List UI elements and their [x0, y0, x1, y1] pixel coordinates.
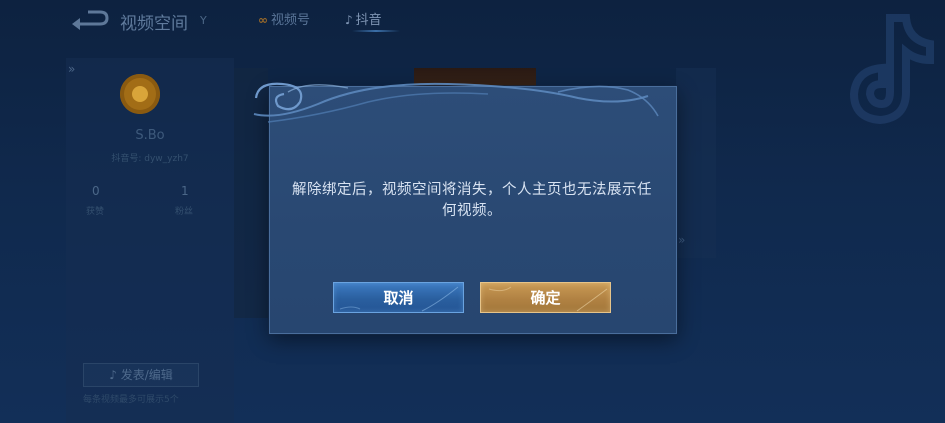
publish-edit-button[interactable]: ♪ 发表/编辑 [83, 363, 199, 387]
dialog-message: 解除绑定后，视频空间将消失，个人主页也无法展示任何视频。 [292, 182, 652, 219]
likes-count: 0 [92, 184, 100, 198]
douyin-watermark-icon [849, 14, 934, 125]
tab-channels[interactable]: ∞ 视频号 [258, 9, 310, 28]
video-card[interactable] [234, 68, 268, 318]
app-root: 视频空间 Y ∞ 视频号 ♪ 抖音 » S.Bo 抖音号: dyw_yzh7 0 获… [0, 0, 945, 423]
back-icon[interactable] [70, 8, 110, 30]
tab-douyin-label: 抖音 [355, 13, 382, 28]
title-mark: Y [200, 14, 207, 27]
confirm-button[interactable]: 确定 [480, 282, 611, 313]
video-card[interactable] [676, 68, 716, 258]
douyin-icon: ♪ [345, 13, 353, 27]
cancel-label: 取消 [383, 289, 414, 307]
fans-count: 1 [181, 184, 189, 198]
tab-channels-label: 视频号 [271, 13, 311, 28]
active-tab-indicator [352, 30, 400, 32]
top-bar: 视频空间 Y ∞ 视频号 ♪ 抖音 [0, 0, 945, 40]
cancel-button[interactable]: 取消 [333, 282, 464, 313]
fans-label: 粉丝 [175, 207, 194, 217]
page-title: 视频空间 [120, 14, 188, 34]
channels-icon: ∞ [258, 13, 268, 27]
likes-label: 获赞 [86, 207, 105, 217]
collapse-icon[interactable]: » [68, 62, 75, 76]
footnote: 每条视频最多可展示5个 [83, 395, 179, 405]
more-arrow-icon[interactable]: » [678, 233, 685, 247]
tab-douyin[interactable]: ♪ 抖音 [345, 9, 382, 28]
confirm-label: 确定 [530, 289, 561, 307]
douyin-icon: ♪ [109, 368, 121, 382]
publish-edit-label: 发表/编辑 [120, 368, 173, 382]
avatar [120, 74, 160, 114]
